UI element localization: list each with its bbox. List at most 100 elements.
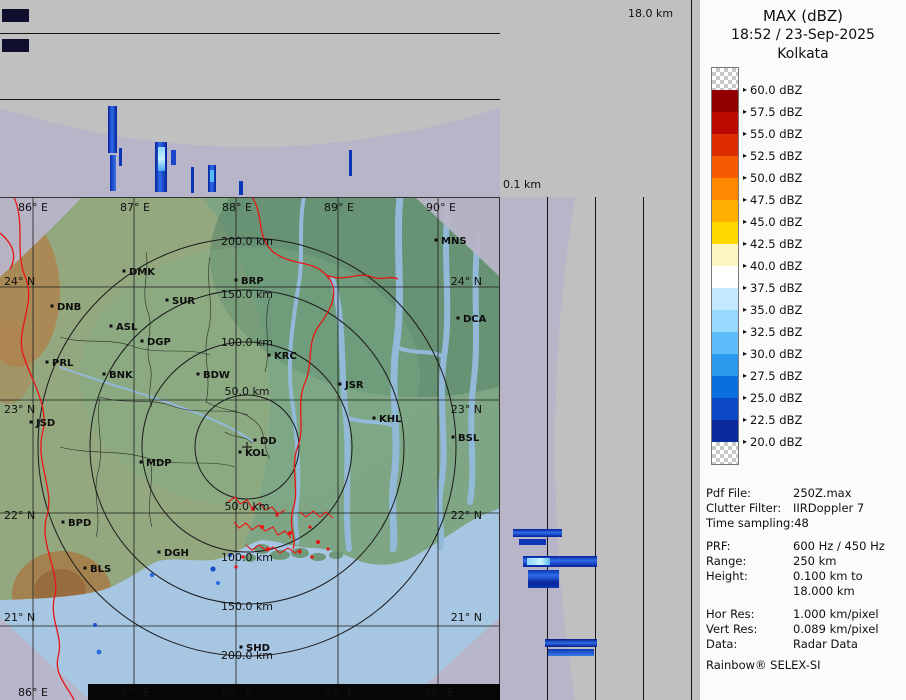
legend-info-row: Vert Res: 0.089 km/pixel — [706, 622, 879, 636]
radar-echo — [239, 181, 243, 195]
map-label: 22° N — [4, 509, 35, 522]
station-dot — [456, 316, 460, 320]
station-dot — [253, 438, 257, 442]
station-dot — [338, 382, 342, 386]
legend-info-row: Height: 0.100 km to — [706, 569, 863, 583]
scale-tick-arrow-icon: ▸ — [743, 261, 748, 270]
station-dot — [102, 372, 106, 376]
scale-tick-arrow-icon: ▸ — [743, 349, 748, 358]
map-label: 21° N — [451, 611, 482, 624]
radar-echo — [191, 167, 194, 193]
station-dot — [267, 353, 271, 357]
radar-echo — [545, 639, 597, 647]
legend-scale-label: ▸ 20.0 dBZ — [743, 434, 803, 449]
station-dot — [139, 460, 143, 464]
height-gridline — [0, 99, 500, 100]
radar-echo — [171, 150, 176, 165]
map-label: 23° N — [4, 403, 35, 416]
radar-echo — [210, 170, 214, 182]
map-label: 87° E — [120, 201, 150, 214]
height-axis-max-label: 18.0 km — [628, 7, 674, 20]
map-label: 100.0 km — [221, 551, 273, 564]
legend-cell — [712, 332, 738, 354]
map-label: KOL — [245, 448, 268, 459]
radar-echo — [519, 539, 546, 545]
legend-scale-label: ▸ 32.5 dBZ — [743, 324, 803, 339]
station-dot — [157, 550, 161, 554]
legend-info-row: Data: Radar Data — [706, 637, 858, 651]
radar-echo — [349, 150, 352, 176]
station-dot — [372, 416, 376, 420]
map-label: BNK — [109, 370, 134, 381]
map-label: 90° E — [424, 686, 454, 699]
radar-echo — [548, 649, 594, 656]
legend-info-row: Time sampling:48 — [706, 516, 809, 530]
legend-cell — [712, 288, 738, 310]
legend-scale-label: ▸ 25.0 dBZ — [743, 390, 803, 405]
radar-echo — [108, 106, 117, 153]
axis-label-box — [2, 9, 29, 22]
radar-display-screen: 18.0 km 0.1 km MNS DMK BRP SUR DNB DCA A… — [0, 0, 906, 700]
station-dot — [83, 566, 87, 570]
radar-echo — [110, 155, 116, 191]
map-label: 86° E — [18, 201, 48, 214]
legend-cell — [712, 222, 738, 244]
scale-tick-arrow-icon: ▸ — [743, 151, 748, 160]
legend-cell — [712, 112, 738, 134]
map-label: 100.0 km — [221, 336, 273, 349]
legend-scale-label: ▸ 30.0 dBZ — [743, 346, 803, 361]
station-dot — [50, 304, 54, 308]
map-label: DCA — [463, 314, 487, 325]
map-label: BSL — [458, 433, 480, 444]
legend-info-row: Hor Res: 1.000 km/pixel — [706, 607, 879, 621]
legend-scale-label: ▸ 22.5 dBZ — [743, 412, 803, 427]
map-label: DNB — [57, 302, 81, 313]
radar-echo — [513, 529, 562, 537]
legend-scale-label: ▸ 60.0 dBZ — [743, 82, 803, 97]
map-label: 150.0 km — [221, 600, 273, 613]
legend-cell — [712, 200, 738, 222]
map-label: 24° N — [451, 275, 482, 288]
radar-echo — [119, 148, 122, 166]
scale-tick-arrow-icon: ▸ — [743, 107, 748, 116]
map-label: 88° E — [222, 201, 252, 214]
station-dot — [109, 324, 113, 328]
map-label: DGP — [147, 337, 171, 348]
scale-tick-arrow-icon: ▸ — [743, 85, 748, 94]
map-label: SUR — [172, 296, 195, 307]
map-label: 200.0 km — [221, 649, 273, 662]
map-label: BRP — [241, 276, 264, 287]
right-projection-beam-area — [500, 197, 575, 700]
legend-cell-checker — [712, 442, 738, 464]
map-label: BPD — [68, 518, 91, 529]
radar-map: MNS DMK BRP SUR DNB DCA ASL DGP KRC PRL BNK BDW JSR K… — [0, 197, 500, 700]
legend-color-scale — [711, 67, 739, 465]
scale-tick-arrow-icon: ▸ — [743, 393, 748, 402]
map-label: 22° N — [451, 509, 482, 522]
station-dot — [165, 298, 169, 302]
station-dot — [45, 360, 49, 364]
legend-info-row: Clutter Filter: IIRDoppler 7 — [706, 501, 865, 515]
legend-info-row: Range: 250 km — [706, 554, 837, 568]
map-label: 50.0 km — [224, 385, 269, 398]
legend-info-row: PRF: 600 Hz / 450 Hz — [706, 539, 885, 553]
map-label: KHL — [379, 414, 402, 425]
map-label: 21° N — [4, 611, 35, 624]
radar-site-name: Kolkata — [777, 46, 829, 62]
legend-cell — [712, 178, 738, 200]
map-label: 90° E — [426, 201, 456, 214]
legend-cell — [712, 266, 738, 288]
legend-header: MAX (dBZ) 18:52 / 23-Sep-2025 Kolkata — [700, 7, 906, 64]
legend-cell — [712, 310, 738, 332]
station-dot — [61, 520, 65, 524]
station-dot — [451, 435, 455, 439]
map-label: 24° N — [4, 275, 35, 288]
legend-cell — [712, 156, 738, 178]
map-label: KRC — [274, 351, 297, 362]
station-dot — [238, 450, 242, 454]
legend-cell — [712, 398, 738, 420]
radar-echo — [527, 558, 550, 565]
product-datetime: 18:52 / 23-Sep-2025 — [731, 27, 875, 43]
map-label: DD — [260, 436, 277, 447]
top-projection-panel — [0, 0, 500, 197]
